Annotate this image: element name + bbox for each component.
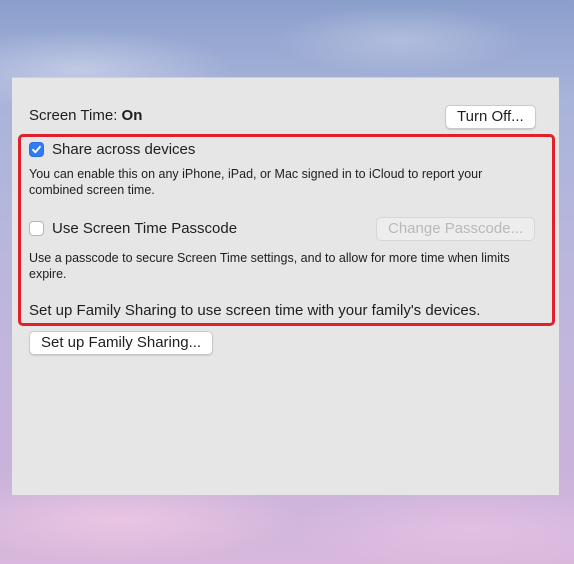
share-across-devices-description: You can enable this on any iPhone, iPad,… [29, 167, 483, 197]
screen-time-status-value: On [121, 107, 143, 124]
screen-time-status: Screen Time: On [29, 107, 142, 124]
share-across-devices-label: Share across devices [52, 141, 196, 158]
screen-time-options-panel: Screen Time: On Turn Off... Share across… [12, 77, 559, 495]
share-across-devices-checkbox[interactable] [29, 142, 44, 157]
screen-time-label: Screen Time: [29, 107, 118, 124]
set-up-family-sharing-button[interactable]: Set up Family Sharing... [29, 331, 214, 355]
use-passcode-row[interactable]: Use Screen Time Passcode [29, 220, 237, 237]
use-passcode-checkbox[interactable] [29, 221, 44, 236]
family-sharing-note: Set up Family Sharing to use screen time… [29, 302, 481, 319]
change-passcode-button[interactable]: Change Passcode... [376, 217, 536, 241]
use-passcode-label: Use Screen Time Passcode [52, 220, 238, 237]
share-across-devices-row[interactable]: Share across devices [29, 141, 195, 158]
passcode-description: Use a passcode to secure Screen Time set… [29, 251, 510, 281]
turn-off-button[interactable]: Turn Off... [445, 105, 536, 129]
checkmark-icon [32, 145, 41, 154]
